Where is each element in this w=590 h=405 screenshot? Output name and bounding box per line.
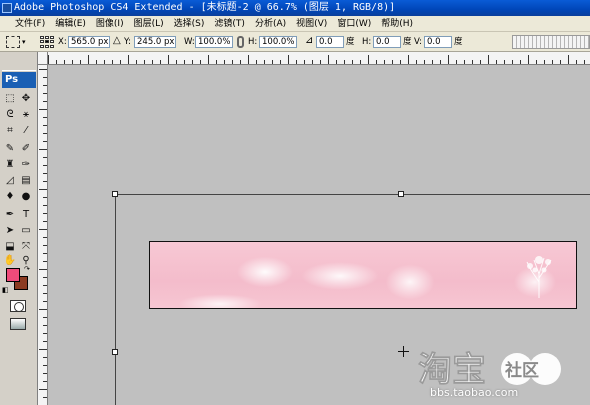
menu-help[interactable]: 帮助(H) [376,16,418,32]
watermark-badge-text: 社区 [504,360,539,381]
reference-point-locator[interactable] [40,36,54,48]
menu-edit[interactable]: 编辑(E) [50,16,91,32]
width-label: W: [184,37,195,47]
menu-view[interactable]: 视图(V) [291,16,332,32]
default-colors-icon[interactable]: ◧ [2,286,9,294]
x-label: X: [58,37,67,47]
menu-file[interactable]: 文件(F) [10,16,50,32]
marquee-tool-icon[interactable]: ⬚ [3,92,17,106]
rotate-angle-icon: ⊿ [305,35,314,46]
eyedropper-tool-icon[interactable]: ⁄ [19,124,33,138]
tools-panel: Ps ⬚ ✥ ᘓ ⚹ ⌗ ⁄ ✎ ✐ ♜ ✑ ◿ ▤ ♦ ● ✒ T ➤ ▭ ⬓… [0,52,38,405]
swap-colors-icon[interactable]: ↷ [24,265,30,273]
dodge-tool-icon[interactable]: ● [19,190,33,204]
watermark-url: bbs.taobao.com [430,386,519,399]
menu-layer[interactable]: 图层(L) [129,16,169,32]
height-field[interactable]: 100.0% [259,36,297,48]
path-selection-tool-icon[interactable]: ➤ [3,224,17,238]
3d-rotate-tool-icon[interactable]: ⬓ [3,240,17,254]
x-position-field[interactable]: 565.0 px [68,36,110,48]
menu-image[interactable]: 图像(I) [91,16,129,32]
horizontal-skew-field[interactable]: 0.0 [373,36,401,48]
brush-tool-icon[interactable]: ✐ [19,142,33,156]
transform-tool-icon[interactable] [6,36,20,48]
shape-tool-icon[interactable]: ▭ [19,224,33,238]
options-bar: ▾ X: 565.0 px △ Y: 245.0 px W: 100.0% H:… [0,32,590,52]
eraser-tool-icon[interactable]: ◿ [3,174,17,188]
crop-tool-icon[interactable]: ⌗ [3,124,17,138]
foreground-color-swatch[interactable] [6,268,20,282]
clone-stamp-tool-icon[interactable]: ♜ [3,158,17,172]
move-tool-icon[interactable]: ✥ [19,92,33,106]
ruler-origin[interactable] [38,52,48,65]
tree-illustration [526,256,552,298]
ps-logo: Ps [2,72,36,88]
menu-select[interactable]: 选择(S) [169,16,210,32]
horizontal-ruler[interactable] [38,52,590,65]
rotate-angle-unit: 度 [346,37,355,47]
vertical-skew-field[interactable]: 0.0 [424,36,452,48]
magic-wand-tool-icon[interactable]: ⚹ [19,108,33,122]
hand-tool-icon[interactable]: ✋ [3,254,17,268]
y-label: Y: [124,37,131,47]
relative-positioning-icon[interactable]: △ [113,35,121,46]
height-label: H: [248,37,258,47]
watermark-logo-text: 淘宝 [418,350,486,387]
maintain-aspect-ratio-icon[interactable] [237,36,244,48]
lasso-tool-icon[interactable]: ᘓ [3,108,17,122]
menu-bar: 文件(F) 编辑(E) 图像(I) 图层(L) 选择(S) 滤镜(T) 分析(A) 视图(V)… [0,16,590,32]
gradient-tool-icon[interactable]: ▤ [19,174,33,188]
quick-mask-icon[interactable] [10,300,26,312]
transform-handle-top-left[interactable] [112,191,118,197]
panel-well[interactable] [512,35,590,49]
menu-filter[interactable]: 滤镜(T) [209,16,250,32]
type-tool-icon[interactable]: T [19,208,33,222]
menu-window[interactable]: 窗口(W) [332,16,376,32]
photoshop-app-icon [2,3,12,13]
horizontal-skew-unit: 度 [403,37,412,47]
width-field[interactable]: 100.0% [195,36,233,48]
banner-layer-image[interactable] [149,241,577,309]
horizontal-skew-label: H: [362,37,372,47]
transform-handle-top-center[interactable] [398,191,404,197]
menu-analysis[interactable]: 分析(A) [250,16,291,32]
history-brush-tool-icon[interactable]: ✑ [19,158,33,172]
move-crosshair-cursor [398,346,409,357]
pen-tool-icon[interactable]: ✒ [3,208,17,222]
vertical-ruler[interactable] [38,65,48,405]
transform-handle-middle-left[interactable] [112,349,118,355]
taobao-watermark-logo: 淘宝 社区 [418,350,561,387]
vertical-skew-label: V: [414,37,422,47]
rotate-angle-field[interactable]: 0.0 [316,36,344,48]
tool-preset-arrow-icon[interactable]: ▾ [22,38,26,46]
healing-brush-tool-icon[interactable]: ✎ [3,142,17,156]
vertical-skew-unit: 度 [454,37,463,47]
3d-orbit-tool-icon[interactable]: ⤧ [19,240,33,254]
window-title-bar[interactable]: Adobe Photoshop CS4 Extended - [未标题-2 @ … [0,0,590,16]
screen-mode-icon[interactable] [10,318,26,330]
y-position-field[interactable]: 245.0 px [134,36,176,48]
blur-tool-icon[interactable]: ♦ [3,190,17,204]
window-title: Adobe Photoshop CS4 Extended - [未标题-2 @ … [14,2,396,13]
